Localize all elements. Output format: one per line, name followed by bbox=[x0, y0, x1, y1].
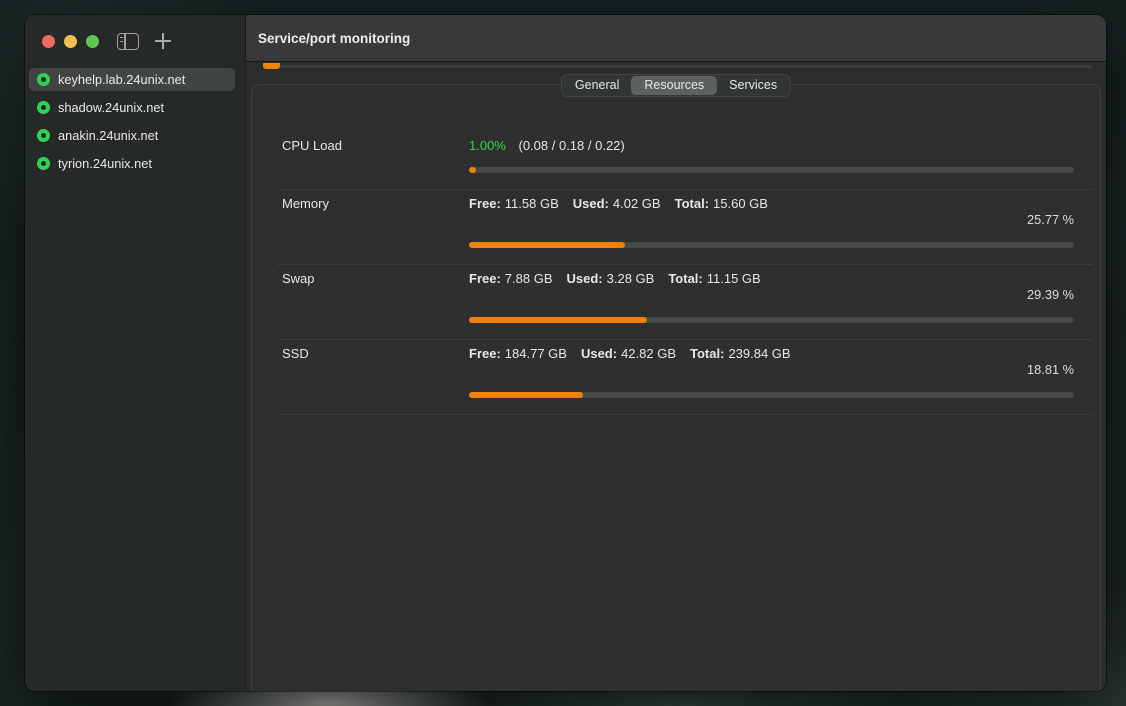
cpu-load-averages: (0.08 / 0.18 / 0.22) bbox=[519, 138, 625, 153]
titlebar: Service/port monitoring bbox=[246, 15, 1106, 62]
memory-progress-bar bbox=[469, 242, 1074, 248]
memory-progress-fill bbox=[469, 242, 625, 248]
swap-progress-fill bbox=[469, 317, 647, 323]
row-label: CPU Load bbox=[282, 138, 342, 153]
server-item-keyhelp[interactable]: keyhelp.lab.24unix.net bbox=[29, 68, 235, 91]
row-memory: Memory Free: 11.58 GB Used: 4.02 GB Total: 15… bbox=[252, 189, 1100, 264]
free-label: Free: bbox=[469, 196, 501, 211]
total-label: Total: bbox=[668, 271, 702, 286]
used-value: 42.82 GB bbox=[621, 346, 676, 361]
resources-panel: CPU Load 1.00% (0.08 / 0.18 / 0.22) Memo… bbox=[251, 84, 1101, 691]
scrolled-content-peek bbox=[246, 63, 1106, 70]
cpu-percent-value: 1.00% bbox=[469, 138, 506, 153]
ssd-progress-fill bbox=[469, 392, 583, 398]
total-label: Total: bbox=[690, 346, 724, 361]
swap-values: Free: 7.88 GB Used: 3.28 GB Total: 11.15 GB bbox=[469, 271, 761, 286]
row-divider bbox=[277, 264, 1092, 265]
row-divider bbox=[277, 189, 1092, 190]
ssd-progress-bar bbox=[469, 392, 1074, 398]
main-pane: Service/port monitoring CPU Load 1.00% (… bbox=[245, 15, 1106, 691]
sidebar-toggle-icon[interactable] bbox=[117, 33, 139, 50]
server-label: shadow.24unix.net bbox=[58, 100, 164, 115]
minimize-button[interactable] bbox=[64, 35, 77, 48]
used-label: Used: bbox=[581, 346, 617, 361]
status-dot-icon bbox=[37, 129, 50, 142]
plus-icon[interactable] bbox=[154, 32, 172, 50]
ssd-values: Free: 184.77 GB Used: 42.82 GB Total: 239.84 … bbox=[469, 346, 791, 361]
sidebar-toolbar bbox=[117, 32, 172, 50]
free-label: Free: bbox=[469, 271, 501, 286]
server-item-tyrion[interactable]: tyrion.24unix.net bbox=[29, 152, 235, 175]
server-label: keyhelp.lab.24unix.net bbox=[58, 72, 185, 87]
app-window: keyhelp.lab.24unix.net shadow.24unix.net… bbox=[25, 15, 1106, 691]
zoom-button[interactable] bbox=[86, 35, 99, 48]
tab-general[interactable]: General bbox=[563, 76, 631, 95]
server-list: keyhelp.lab.24unix.net shadow.24unix.net… bbox=[25, 68, 245, 180]
total-value: 239.84 GB bbox=[728, 346, 790, 361]
free-value: 7.88 GB bbox=[505, 271, 553, 286]
row-divider bbox=[277, 414, 1092, 415]
row-ssd: SSD Free: 184.77 GB Used: 42.82 GB Total: 239… bbox=[252, 339, 1100, 414]
total-label: Total: bbox=[675, 196, 709, 211]
free-value: 184.77 GB bbox=[505, 346, 567, 361]
server-item-shadow[interactable]: shadow.24unix.net bbox=[29, 96, 235, 119]
status-dot-icon bbox=[37, 73, 50, 86]
total-value: 11.15 GB bbox=[707, 271, 761, 286]
window-title: Service/port monitoring bbox=[258, 31, 410, 46]
row-divider bbox=[277, 339, 1092, 340]
status-dot-icon bbox=[37, 157, 50, 170]
row-swap: Swap Free: 7.88 GB Used: 3.28 GB Total: 11.15… bbox=[252, 264, 1100, 339]
traffic-lights bbox=[42, 35, 99, 48]
ssd-percent: 18.81 % bbox=[1027, 362, 1074, 377]
cpu-progress-fill bbox=[469, 167, 476, 173]
used-value: 4.02 GB bbox=[613, 196, 661, 211]
sidebar: keyhelp.lab.24unix.net shadow.24unix.net… bbox=[25, 15, 245, 691]
cpu-values: 1.00% (0.08 / 0.18 / 0.22) bbox=[469, 138, 625, 153]
used-label: Used: bbox=[567, 271, 603, 286]
tab-bar: General Resources Services bbox=[561, 74, 791, 97]
memory-percent: 25.77 % bbox=[1027, 212, 1074, 227]
row-label: Swap bbox=[282, 271, 315, 286]
used-value: 3.28 GB bbox=[607, 271, 655, 286]
swap-percent: 29.39 % bbox=[1027, 287, 1074, 302]
memory-values: Free: 11.58 GB Used: 4.02 GB Total: 15.60 GB bbox=[469, 196, 768, 211]
total-value: 15.60 GB bbox=[713, 196, 768, 211]
server-item-anakin[interactable]: anakin.24unix.net bbox=[29, 124, 235, 147]
close-button[interactable] bbox=[42, 35, 55, 48]
tab-resources[interactable]: Resources bbox=[631, 76, 717, 95]
swap-progress-bar bbox=[469, 317, 1074, 323]
cpu-progress-bar bbox=[469, 167, 1074, 173]
tab-services[interactable]: Services bbox=[717, 76, 789, 95]
peek-progress-track bbox=[263, 65, 1093, 68]
peek-progress-fill bbox=[263, 63, 280, 69]
free-value: 11.58 GB bbox=[505, 196, 559, 211]
free-label: Free: bbox=[469, 346, 501, 361]
server-label: tyrion.24unix.net bbox=[58, 156, 152, 171]
status-dot-icon bbox=[37, 101, 50, 114]
row-label: Memory bbox=[282, 196, 329, 211]
row-cpu-load: CPU Load 1.00% (0.08 / 0.18 / 0.22) bbox=[252, 85, 1100, 189]
used-label: Used: bbox=[573, 196, 609, 211]
server-label: anakin.24unix.net bbox=[58, 128, 158, 143]
row-label: SSD bbox=[282, 346, 309, 361]
